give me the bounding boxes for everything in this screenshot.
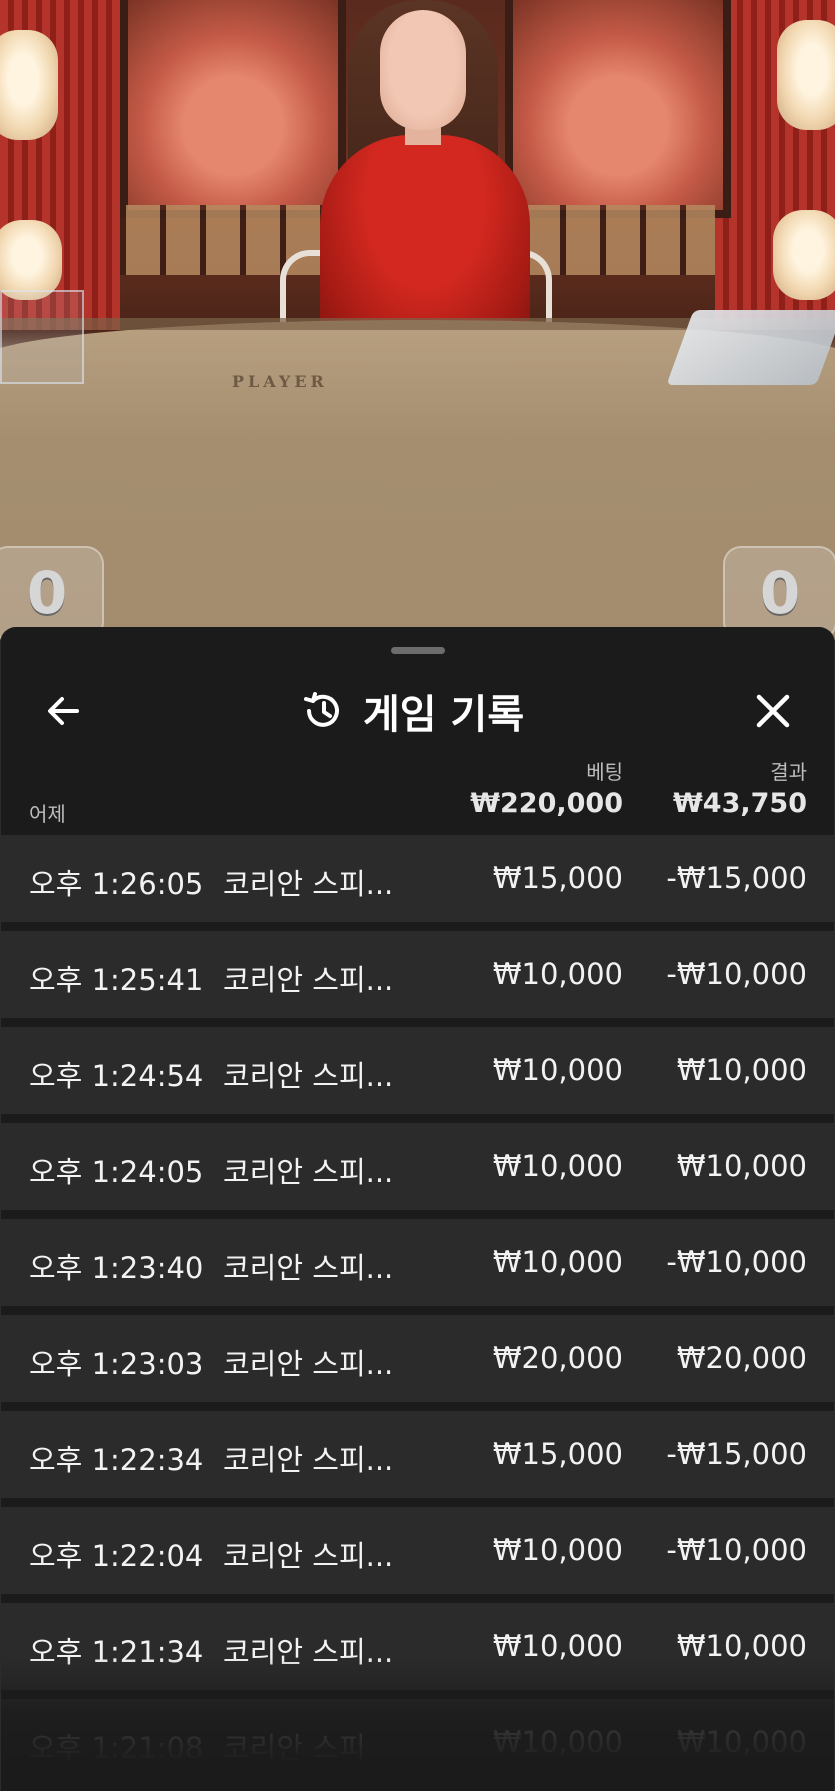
history-row[interactable]: 오후 1:23:40 코리안 스피... ₩10,000 -₩10,000 [1, 1219, 834, 1306]
row-bet: ₩10,000 [492, 1629, 623, 1663]
live-video-feed: PLAYER 0 0 [0, 0, 835, 640]
row-time: 오후 1:23:40 [29, 1251, 204, 1285]
lantern [0, 220, 62, 300]
blossom-screen [505, 0, 731, 218]
row-bet: ₩20,000 [492, 1341, 623, 1375]
row-time: 오후 1:25:41 [29, 963, 204, 997]
total-bet-amount: ₩220,000 [470, 788, 623, 819]
history-list: 오후 1:26:05 코리안 스피... ₩15,000 -₩15,000 오후… [1, 835, 834, 1791]
history-row[interactable]: 오후 1:24:54 코리안 스피... ₩10,000 ₩10,000 [1, 1027, 834, 1114]
close-button[interactable] [745, 683, 801, 739]
close-icon [756, 694, 790, 728]
history-row[interactable]: 오후 1:22:04 코리안 스피... ₩10,000 -₩10,000 [1, 1507, 834, 1594]
card-shoe [666, 310, 835, 385]
history-row[interactable]: 오후 1:26:05 코리안 스피... ₩15,000 -₩15,000 [1, 835, 834, 922]
row-time: 오후 1:22:34 [29, 1443, 204, 1477]
row-result: -₩10,000 [666, 1533, 807, 1567]
total-result-amount: ₩43,750 [673, 788, 807, 819]
history-row[interactable]: 오후 1:24:05 코리안 스피... ₩10,000 ₩10,000 [1, 1123, 834, 1210]
row-result: ₩10,000 [676, 1629, 807, 1663]
row-game: 코리안 스피... [223, 1443, 394, 1477]
row-time: 오후 1:24:05 [29, 1155, 204, 1189]
history-icon [304, 692, 339, 727]
row-bet: ₩10,000 [492, 1725, 623, 1759]
row-time: 오후 1:24:54 [29, 1059, 204, 1093]
row-time: 오후 1:21:34 [29, 1635, 204, 1669]
page-title: 게임 기록 [363, 692, 525, 738]
row-result: -₩10,000 [666, 957, 807, 991]
row-bet: ₩10,000 [492, 1149, 623, 1183]
sheet-title: 게임 기록 [301, 681, 524, 741]
history-row[interactable]: 오후 1:25:41 코리안 스피... ₩10,000 -₩10,000 [1, 931, 834, 1018]
row-result: ₩10,000 [676, 1725, 807, 1759]
lantern [773, 210, 835, 300]
date-group-label: 어제 [29, 802, 66, 826]
row-time: 오후 1:21:08 [29, 1731, 204, 1765]
row-game: 코리안 스피... [223, 1539, 394, 1573]
row-game: 코리안 스피... [223, 1347, 394, 1381]
row-bet: ₩10,000 [492, 1053, 623, 1087]
row-result: ₩10,000 [676, 1149, 807, 1183]
row-result: -₩15,000 [666, 1437, 807, 1471]
lantern [0, 30, 58, 140]
row-time: 오후 1:23:03 [29, 1347, 204, 1381]
row-bet: ₩10,000 [492, 1533, 623, 1567]
blossom-screen [120, 0, 346, 218]
dealer-face [380, 10, 466, 130]
row-game: 코리안 스피 [223, 1731, 366, 1765]
row-time: 오후 1:26:05 [29, 867, 204, 901]
card-holder [0, 290, 84, 384]
history-summary: 베팅 결과 어제 ₩220,000 ₩43,750 [1, 742, 834, 842]
row-game: 코리안 스피... [223, 1155, 394, 1189]
table-player-label: PLAYER [232, 372, 328, 391]
game-history-sheet: 게임 기록 베팅 결과 어제 ₩220,000 ₩43,750 오후 1:26:… [0, 627, 835, 1791]
result-column-header: 결과 [770, 760, 807, 784]
bet-column-header: 베팅 [586, 760, 623, 784]
row-game: 코리안 스피... [223, 867, 394, 901]
row-game: 코리안 스피... [223, 1251, 394, 1285]
row-bet: ₩10,000 [492, 957, 623, 991]
row-game: 코리안 스피... [223, 1635, 394, 1669]
history-row[interactable]: 오후 1:21:08 코리안 스피 ₩10,000 ₩10,000 [1, 1699, 834, 1786]
row-game: 코리안 스피... [223, 963, 394, 997]
row-bet: ₩15,000 [492, 1437, 623, 1471]
arrow-left-icon [48, 697, 79, 725]
history-row[interactable]: 오후 1:22:34 코리안 스피... ₩15,000 -₩15,000 [1, 1411, 834, 1498]
history-row[interactable]: 오후 1:23:03 코리안 스피... ₩20,000 ₩20,000 [1, 1315, 834, 1402]
row-result: -₩10,000 [666, 1245, 807, 1279]
row-bet: ₩10,000 [492, 1245, 623, 1279]
row-result: ₩20,000 [676, 1341, 807, 1375]
history-row[interactable]: 오후 1:21:34 코리안 스피... ₩10,000 ₩10,000 [1, 1603, 834, 1690]
row-result: ₩10,000 [676, 1053, 807, 1087]
lantern [777, 20, 835, 130]
sheet-drag-handle[interactable] [391, 647, 445, 654]
player-score: 0 [0, 546, 104, 640]
row-time: 오후 1:22:04 [29, 1539, 204, 1573]
row-game: 코리안 스피... [223, 1059, 394, 1093]
banker-score: 0 [723, 546, 835, 640]
row-bet: ₩15,000 [492, 861, 623, 895]
back-button[interactable] [35, 683, 91, 739]
row-result: -₩15,000 [666, 861, 807, 895]
